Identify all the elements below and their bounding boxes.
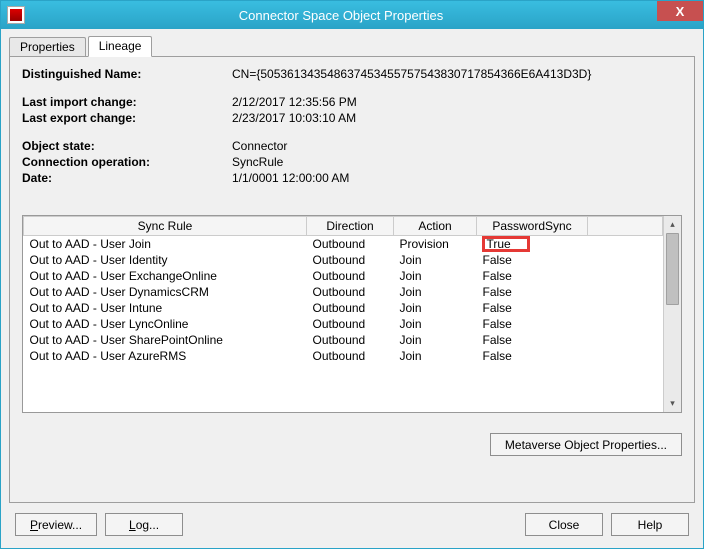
- vertical-scrollbar[interactable]: ▴ ▾: [663, 216, 681, 412]
- date-label: Date:: [22, 171, 232, 185]
- cell-sync-rule: Out to AAD - User LyncOnline: [24, 316, 307, 332]
- col-spacer: [588, 217, 663, 236]
- scroll-down-icon[interactable]: ▾: [664, 395, 681, 412]
- bottom-bar: Preview... Log... Close Help: [1, 503, 703, 548]
- last-import-label: Last import change:: [22, 95, 232, 109]
- cell-direction: Outbound: [307, 316, 394, 332]
- cell-password-sync: False: [477, 332, 588, 348]
- cell-direction: Outbound: [307, 252, 394, 268]
- connection-op-label: Connection operation:: [22, 155, 232, 169]
- dn-value: CN={505361343548637453455757543830717854…: [232, 67, 682, 81]
- object-state-value: Connector: [232, 139, 682, 153]
- table-row[interactable]: Out to AAD - User ExchangeOnlineOutbound…: [24, 268, 663, 284]
- cell-direction: Outbound: [307, 284, 394, 300]
- window: Connector Space Object Properties X Prop…: [0, 0, 704, 549]
- close-icon[interactable]: X: [657, 1, 703, 21]
- tab-properties[interactable]: Properties: [9, 37, 86, 57]
- preview-button[interactable]: Preview...: [15, 513, 97, 536]
- titlebar: Connector Space Object Properties X: [1, 1, 703, 29]
- close-button[interactable]: Close: [525, 513, 603, 536]
- cell-sync-rule: Out to AAD - User ExchangeOnline: [24, 268, 307, 284]
- scroll-up-icon[interactable]: ▴: [664, 216, 681, 233]
- cell-password-sync: False: [477, 252, 588, 268]
- cell-direction: Outbound: [307, 348, 394, 364]
- cell-direction: Outbound: [307, 236, 394, 253]
- col-sync-rule[interactable]: Sync Rule: [24, 217, 307, 236]
- app-icon: [7, 6, 25, 24]
- cell-action: Provision: [394, 236, 477, 253]
- cell-sync-rule: Out to AAD - User SharePointOnline: [24, 332, 307, 348]
- cell-action: Join: [394, 316, 477, 332]
- cell-password-sync: False: [477, 300, 588, 316]
- last-export-value: 2/23/2017 10:03:10 AM: [232, 111, 682, 125]
- log-button[interactable]: Log...: [105, 513, 183, 536]
- table-row[interactable]: Out to AAD - User IntuneOutboundJoinFals…: [24, 300, 663, 316]
- window-title: Connector Space Object Properties: [25, 8, 657, 23]
- cell-action: Join: [394, 268, 477, 284]
- sync-rules-table: Sync Rule Direction Action PasswordSync …: [22, 215, 682, 413]
- connection-op-value: SyncRule: [232, 155, 682, 169]
- scroll-thumb[interactable]: [666, 233, 679, 305]
- cell-password-sync: False: [477, 348, 588, 364]
- col-password-sync[interactable]: PasswordSync: [477, 217, 588, 236]
- cell-sync-rule: Out to AAD - User AzureRMS: [24, 348, 307, 364]
- table-row[interactable]: Out to AAD - User SharePointOnlineOutbou…: [24, 332, 663, 348]
- help-button[interactable]: Help: [611, 513, 689, 536]
- cell-action: Join: [394, 332, 477, 348]
- cell-direction: Outbound: [307, 300, 394, 316]
- table-row[interactable]: Out to AAD - User JoinOutboundProvisionT…: [24, 236, 663, 253]
- cell-sync-rule: Out to AAD - User Join: [24, 236, 307, 253]
- cell-action: Join: [394, 252, 477, 268]
- cell-password-sync: False: [477, 284, 588, 300]
- table-row[interactable]: Out to AAD - User IdentityOutboundJoinFa…: [24, 252, 663, 268]
- table-row[interactable]: Out to AAD - User AzureRMSOutboundJoinFa…: [24, 348, 663, 364]
- col-direction[interactable]: Direction: [307, 217, 394, 236]
- table-row[interactable]: Out to AAD - User LyncOnlineOutboundJoin…: [24, 316, 663, 332]
- tab-lineage[interactable]: Lineage: [88, 36, 153, 57]
- metaverse-object-properties-button[interactable]: Metaverse Object Properties...: [490, 433, 682, 456]
- col-action[interactable]: Action: [394, 217, 477, 236]
- cell-action: Join: [394, 348, 477, 364]
- lineage-panel: Distinguished Name: CN={5053613435486374…: [9, 56, 695, 503]
- cell-sync-rule: Out to AAD - User Intune: [24, 300, 307, 316]
- cell-sync-rule: Out to AAD - User DynamicsCRM: [24, 284, 307, 300]
- cell-sync-rule: Out to AAD - User Identity: [24, 252, 307, 268]
- last-import-value: 2/12/2017 12:35:56 PM: [232, 95, 682, 109]
- dn-label: Distinguished Name:: [22, 67, 232, 81]
- object-state-label: Object state:: [22, 139, 232, 153]
- cell-password-sync: True: [477, 236, 588, 253]
- cell-direction: Outbound: [307, 268, 394, 284]
- tabs: Properties Lineage: [1, 29, 703, 56]
- date-value: 1/1/0001 12:00:00 AM: [232, 171, 682, 185]
- cell-direction: Outbound: [307, 332, 394, 348]
- info-section: Distinguished Name: CN={5053613435486374…: [22, 67, 682, 185]
- table-row[interactable]: Out to AAD - User DynamicsCRMOutboundJoi…: [24, 284, 663, 300]
- scroll-track[interactable]: [664, 233, 681, 395]
- cell-password-sync: False: [477, 316, 588, 332]
- cell-password-sync: False: [477, 268, 588, 284]
- cell-action: Join: [394, 300, 477, 316]
- last-export-label: Last export change:: [22, 111, 232, 125]
- cell-action: Join: [394, 284, 477, 300]
